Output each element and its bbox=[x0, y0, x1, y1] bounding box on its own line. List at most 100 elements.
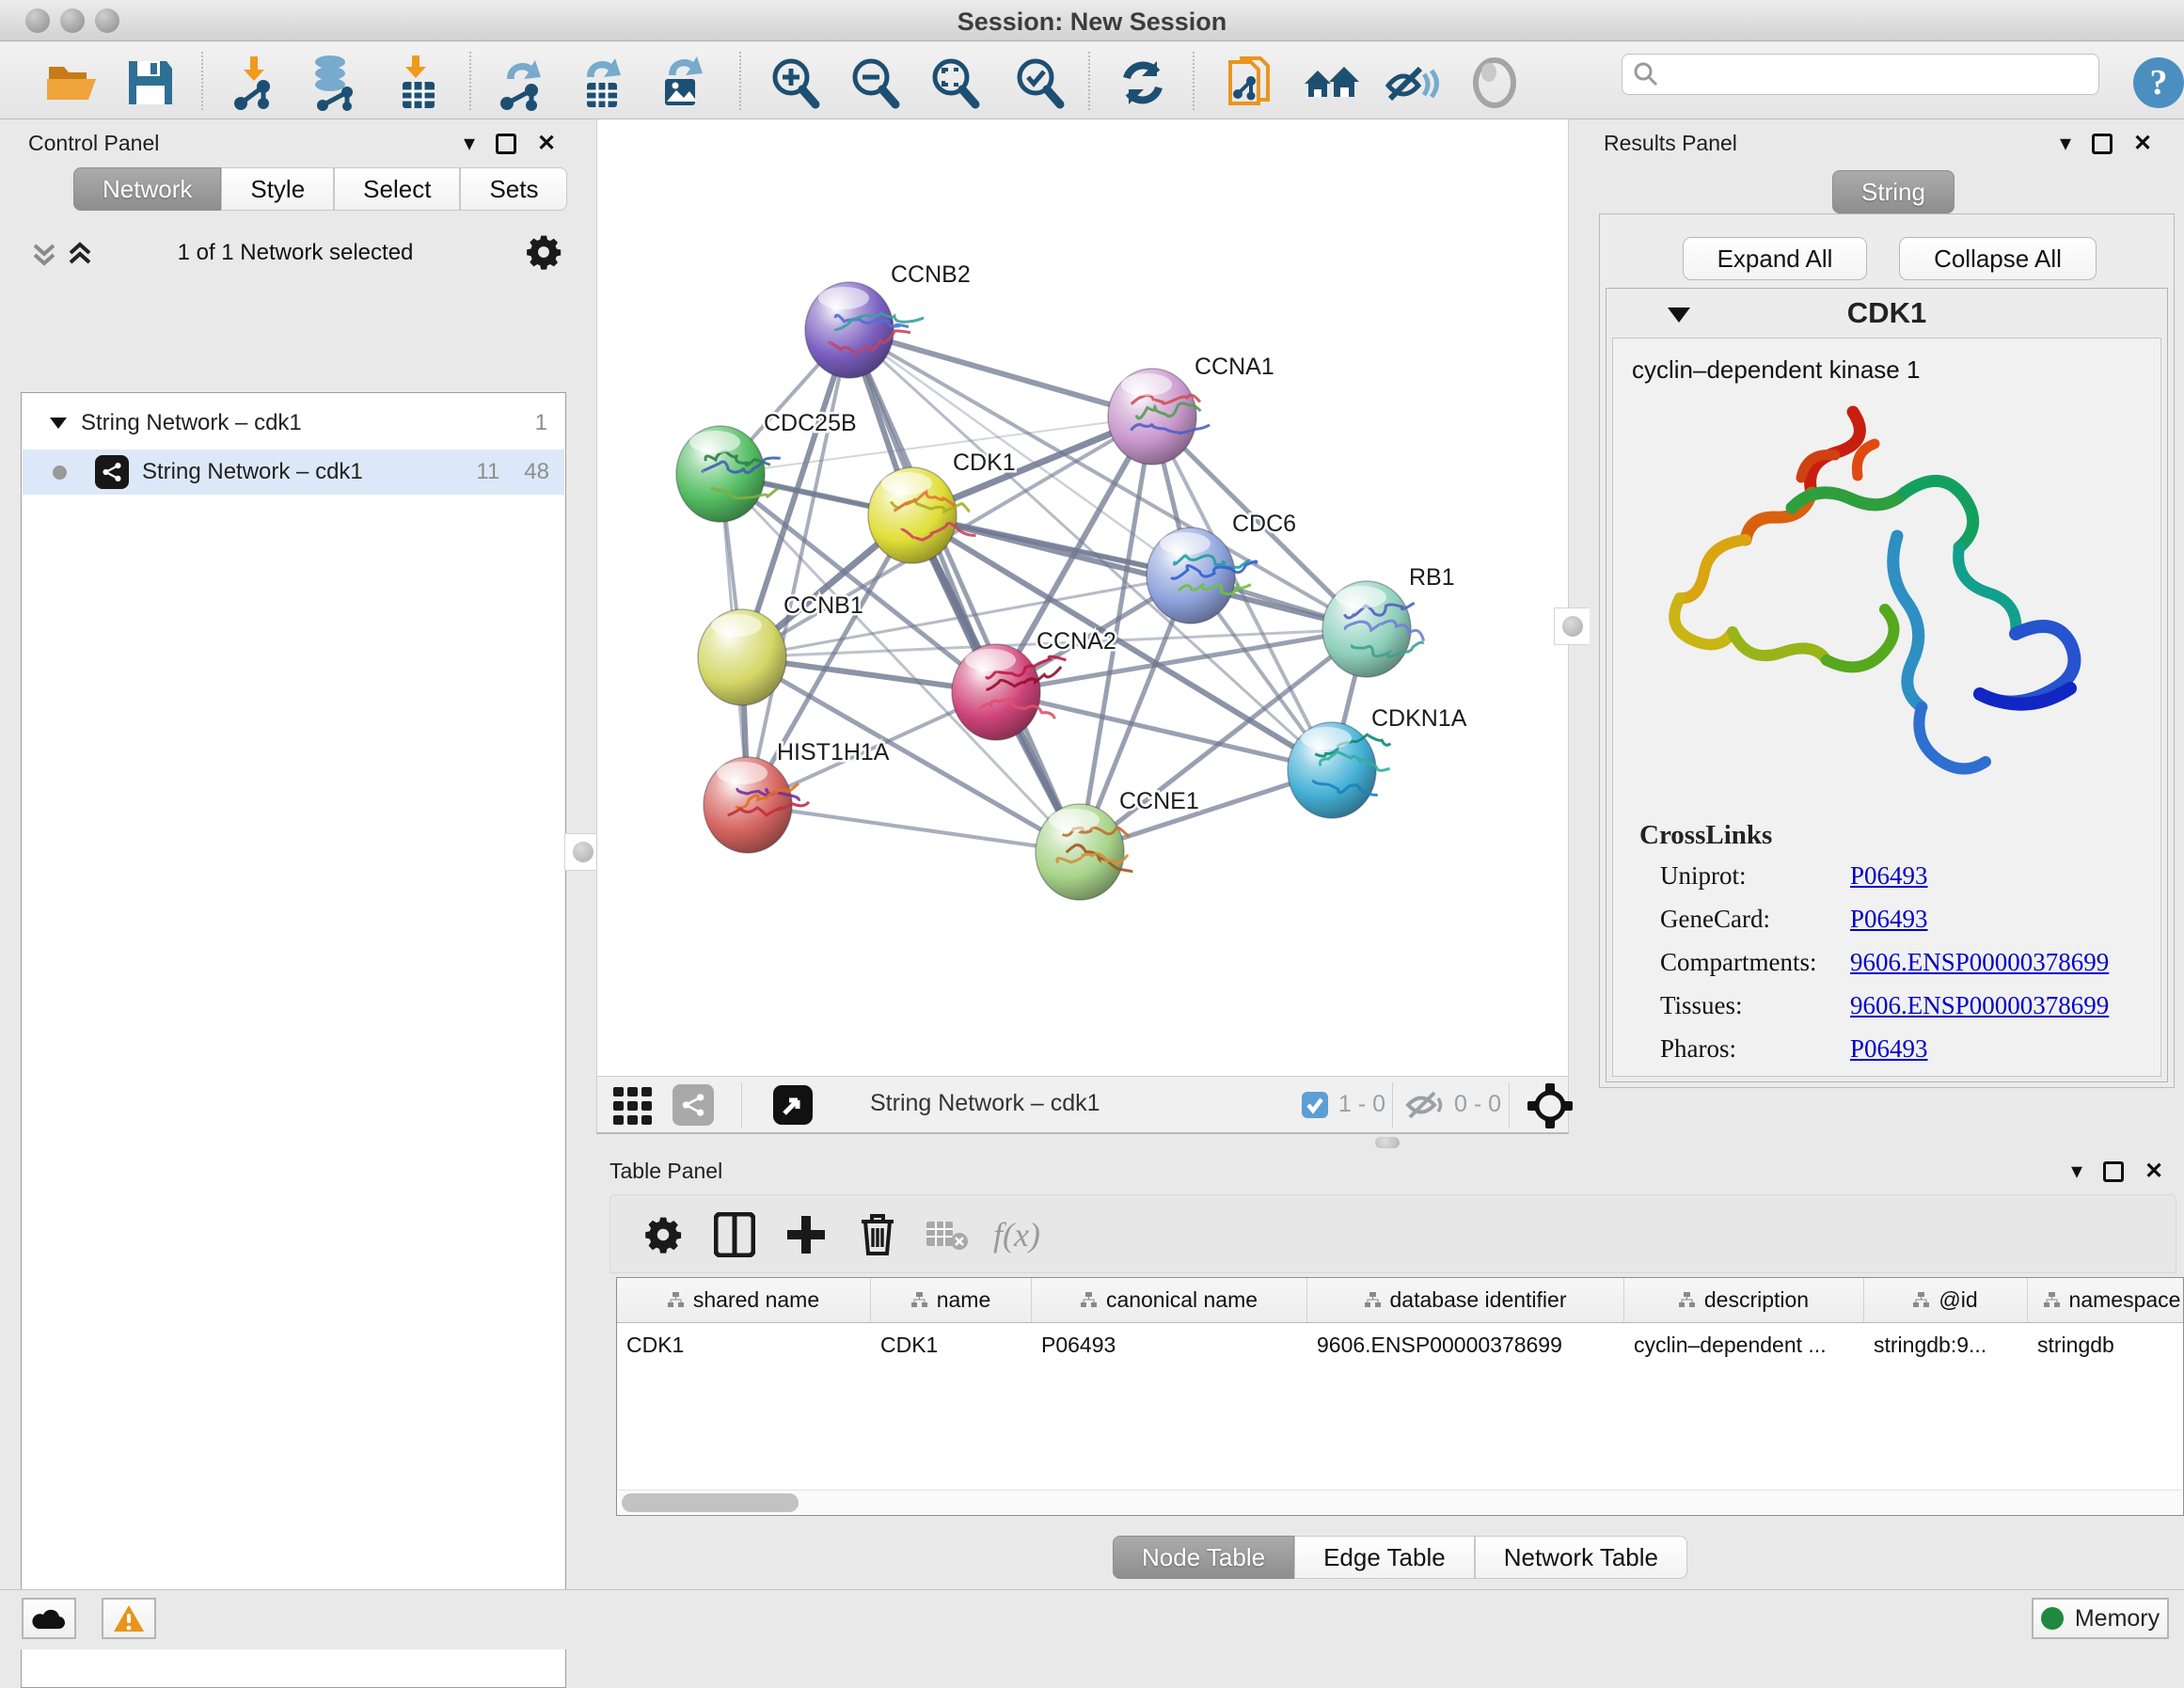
cloud-icon bbox=[32, 1606, 66, 1631]
show-columns-icon[interactable] bbox=[708, 1208, 761, 1261]
tab-sets[interactable]: Sets bbox=[460, 167, 567, 211]
network-edge[interactable] bbox=[912, 515, 1367, 629]
zoom-out-icon[interactable] bbox=[845, 53, 905, 113]
cell-shared-name[interactable]: CDK1 bbox=[626, 1333, 863, 1358]
grid-view-icon[interactable] bbox=[612, 1086, 654, 1128]
cloud-button[interactable] bbox=[22, 1598, 76, 1639]
share-document-icon[interactable] bbox=[1221, 53, 1281, 113]
zoom-fit-icon[interactable] bbox=[925, 53, 985, 113]
memory-button[interactable]: Memory bbox=[2032, 1598, 2169, 1639]
show-glass-pane-icon[interactable] bbox=[1464, 53, 1525, 113]
crosslink-label: GeneCard: bbox=[1660, 905, 1770, 934]
crosslink-link[interactable]: 9606.ENSP00000378699 bbox=[1850, 991, 2109, 1020]
network-edge[interactable] bbox=[748, 330, 849, 805]
selected-checkbox-icon[interactable] bbox=[1301, 1091, 1329, 1119]
column-header-shared-name[interactable]: shared name bbox=[617, 1278, 871, 1322]
network-edge[interactable] bbox=[849, 330, 1080, 852]
network-row-label: String Network – cdk1 bbox=[142, 459, 363, 485]
help-icon[interactable]: ? bbox=[2129, 53, 2184, 113]
column-header-canonical-name[interactable]: canonical name bbox=[1032, 1278, 1307, 1322]
network-graph[interactable]: CCNB2CCNA1CDC25BCDK1CDC6RB1CCNB1CCNA2CDK… bbox=[596, 119, 1569, 1076]
column-header-name[interactable]: name bbox=[871, 1278, 1032, 1322]
import-table-file-icon[interactable] bbox=[388, 53, 449, 113]
column-header-description[interactable]: description bbox=[1624, 1278, 1864, 1322]
panel-float-icon[interactable] bbox=[2103, 1161, 2124, 1182]
tab-network-table[interactable]: Network Table bbox=[1475, 1536, 1687, 1579]
network-node-CDKN1A[interactable] bbox=[1288, 722, 1390, 818]
network-row-selected[interactable]: String Network – cdk1 11 48 bbox=[23, 450, 564, 495]
export-image-icon[interactable] bbox=[652, 53, 712, 113]
search-input[interactable] bbox=[1622, 54, 2099, 95]
tab-edge-table[interactable]: Edge Table bbox=[1294, 1536, 1475, 1579]
hide-glass-pane-icon[interactable] bbox=[1382, 53, 1442, 113]
network-node-RB1[interactable] bbox=[1322, 581, 1424, 677]
column-header-@id[interactable]: @id bbox=[1864, 1278, 2028, 1322]
warning-button[interactable] bbox=[102, 1598, 156, 1639]
table-horizontal-scrollbar[interactable] bbox=[618, 1490, 2182, 1514]
scrollbar-thumb[interactable] bbox=[622, 1493, 799, 1512]
tab-node-table[interactable]: Node Table bbox=[1113, 1536, 1294, 1579]
tab-string[interactable]: String bbox=[1832, 170, 1955, 213]
fit-content-crosshair-icon[interactable] bbox=[1527, 1083, 1573, 1128]
export-network-file-icon[interactable] bbox=[492, 53, 552, 113]
network-node-HIST1H1A[interactable] bbox=[704, 757, 809, 853]
delete-column-trash-icon[interactable] bbox=[851, 1208, 904, 1261]
cell-description[interactable]: cyclin–dependent ... bbox=[1634, 1333, 1857, 1358]
table-settings-gear-icon[interactable] bbox=[637, 1208, 689, 1261]
cell-@id[interactable]: stringdb:9... bbox=[1874, 1333, 2020, 1358]
crosslink-link[interactable]: P06493 bbox=[1850, 905, 1928, 934]
cell-database-identifier[interactable]: 9606.ENSP00000378699 bbox=[1317, 1333, 1617, 1358]
cell-name[interactable]: CDK1 bbox=[880, 1333, 1024, 1358]
export-table-file-icon[interactable] bbox=[572, 53, 632, 113]
network-node-CDC6[interactable] bbox=[1147, 528, 1257, 623]
add-column-icon[interactable] bbox=[780, 1208, 832, 1261]
expand-all-button[interactable]: Expand All bbox=[1683, 237, 1867, 280]
save-session-icon[interactable] bbox=[120, 53, 181, 113]
string-home-icon[interactable] bbox=[1302, 53, 1362, 113]
network-node-CCNA1[interactable] bbox=[1108, 369, 1210, 465]
panel-float-menu-icon[interactable]: ▾ bbox=[2060, 133, 2071, 155]
network-collection-row[interactable]: String Network – cdk1 1 bbox=[23, 401, 564, 446]
panel-close-icon[interactable]: ✕ bbox=[537, 133, 556, 155]
tab-select[interactable]: Select bbox=[334, 167, 460, 211]
panel-float-icon[interactable] bbox=[2092, 134, 2113, 154]
crosslink-link[interactable]: 9606.ENSP00000378699 bbox=[1850, 948, 2109, 977]
right-splitter-handle[interactable] bbox=[1554, 607, 1591, 645]
crosslink-link[interactable]: P06493 bbox=[1850, 861, 1928, 891]
cell-namespace[interactable]: stringdb bbox=[2037, 1333, 2184, 1358]
column-type-icon bbox=[1679, 1292, 1695, 1308]
open-session-icon[interactable] bbox=[40, 53, 101, 113]
birds-eye-view-icon[interactable] bbox=[772, 1084, 814, 1126]
refresh-icon[interactable] bbox=[1113, 53, 1173, 113]
horizontal-splitter-handle[interactable] bbox=[1375, 1137, 1400, 1148]
network-share-view-icon[interactable] bbox=[673, 1084, 714, 1126]
network-node-CDK1[interactable] bbox=[868, 467, 976, 563]
string-network-badge-icon bbox=[95, 455, 129, 489]
network-options-gear-icon[interactable] bbox=[526, 234, 562, 270]
column-header-namespace[interactable]: namespace bbox=[2028, 1278, 2184, 1322]
node-table[interactable]: shared namenamecanonical namedatabase id… bbox=[616, 1277, 2184, 1516]
zoom-in-icon[interactable] bbox=[765, 53, 825, 113]
zoom-selected-icon[interactable] bbox=[1009, 53, 1069, 113]
network-edge[interactable] bbox=[748, 805, 1080, 852]
tab-style[interactable]: Style bbox=[221, 167, 334, 211]
crosslink-label: Uniprot: bbox=[1660, 861, 1747, 891]
import-network-file-icon[interactable] bbox=[224, 53, 284, 113]
panel-float-menu-icon[interactable]: ▾ bbox=[2071, 1160, 2082, 1183]
import-network-database-icon[interactable] bbox=[304, 53, 364, 113]
collapse-all-button[interactable]: Collapse All bbox=[1899, 237, 2097, 280]
tab-network[interactable]: Network bbox=[73, 167, 221, 211]
collection-expand-icon[interactable] bbox=[49, 416, 68, 431]
network-node-CCNA2[interactable] bbox=[952, 644, 1066, 740]
panel-close-icon[interactable]: ✕ bbox=[2144, 1160, 2163, 1183]
network-node-CCNE1[interactable] bbox=[1036, 804, 1132, 900]
crosslink-link[interactable]: P06493 bbox=[1850, 1034, 1928, 1064]
cell-canonical-name[interactable]: P06493 bbox=[1041, 1333, 1300, 1358]
column-type-icon bbox=[1081, 1292, 1097, 1308]
panel-close-icon[interactable]: ✕ bbox=[2133, 133, 2152, 155]
panel-float-menu-icon[interactable]: ▾ bbox=[464, 133, 475, 155]
network-node-CCNB1[interactable] bbox=[698, 609, 786, 705]
column-header-database-identifier[interactable]: database identifier bbox=[1307, 1278, 1624, 1322]
panel-float-icon[interactable] bbox=[496, 134, 516, 154]
results-panel-window-buttons: ▾ ✕ bbox=[2060, 133, 2152, 155]
